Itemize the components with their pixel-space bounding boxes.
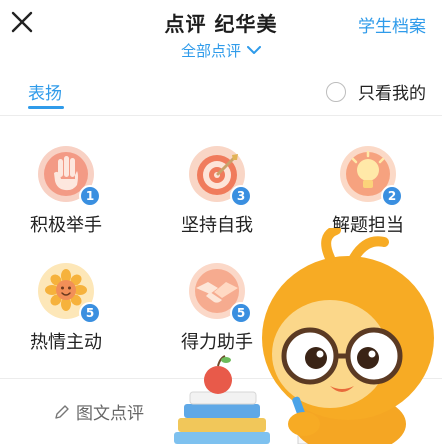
compose-comment-label: 图文点评 bbox=[76, 404, 144, 424]
filter-dropdown-label: 全部点评 bbox=[180, 42, 241, 60]
radio-button[interactable] bbox=[326, 81, 346, 102]
raised-hand-icon: 1 bbox=[37, 145, 101, 207]
target-icon: 3 bbox=[188, 145, 252, 207]
category-label: 积极举手 bbox=[30, 215, 102, 236]
header: 点评 纪华美 全部点评 学生档案 bbox=[0, 0, 442, 70]
only-mine-toggle[interactable]: 只看我的 bbox=[326, 79, 426, 104]
count-badge: 2 bbox=[381, 185, 403, 207]
tab-active-indicator bbox=[28, 106, 64, 109]
category-item-enthusiasm[interactable]: 5 热情主动 bbox=[6, 262, 126, 354]
filter-dropdown[interactable]: 全部点评 bbox=[0, 40, 442, 61]
chevron-down-icon bbox=[247, 41, 261, 59]
tab-praise[interactable]: 表扬 bbox=[28, 79, 62, 104]
category-item-problem-solving[interactable]: 2 解题担当 bbox=[308, 145, 428, 237]
pencil-icon bbox=[55, 404, 69, 419]
category-item-raise-hand[interactable]: 1 积极举手 bbox=[6, 145, 126, 237]
count-badge: 1 bbox=[79, 185, 101, 207]
student-archive-link[interactable]: 学生档案 bbox=[358, 12, 426, 37]
sunflower-icon: 5 bbox=[37, 262, 101, 324]
count-badge: 5 bbox=[79, 302, 101, 324]
compose-comment-button[interactable]: 图文点评 bbox=[54, 399, 144, 424]
category-label: 热情主动 bbox=[30, 332, 102, 353]
only-mine-label: 只看我的 bbox=[358, 84, 426, 104]
mascot-illustration bbox=[170, 225, 442, 444]
tab-bar: 表扬 只看我的 bbox=[0, 70, 442, 116]
lightbulb-icon: 2 bbox=[339, 145, 403, 207]
category-item-persist[interactable]: 3 坚持自我 bbox=[157, 145, 277, 237]
count-badge: 3 bbox=[230, 185, 252, 207]
